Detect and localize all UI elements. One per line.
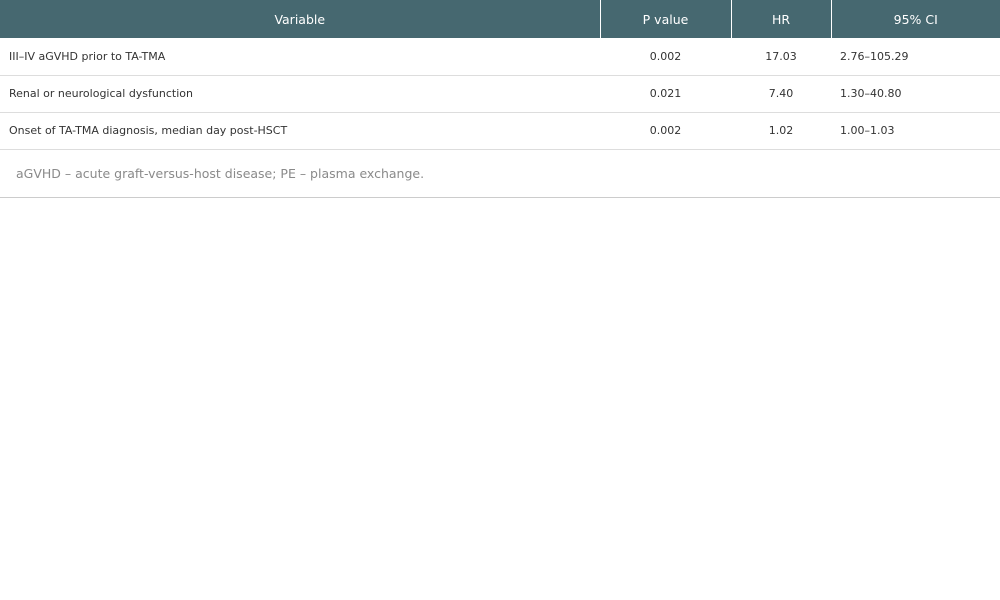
cell-variable: Onset of TA-TMA diagnosis, median day po… <box>0 112 600 150</box>
header-row: Variable P value HR 95% CI <box>0 0 1000 38</box>
table-row: Onset of TA-TMA diagnosis, median day po… <box>0 112 1000 150</box>
header-ci: 95% CI <box>831 0 1000 38</box>
cell-ci: 1.00–1.03 <box>831 112 1000 150</box>
cell-p-value: 0.002 <box>600 38 731 76</box>
results-table-container: Variable P value HR 95% CI III–IV aGVHD … <box>0 0 1000 198</box>
cell-p-value: 0.002 <box>600 112 731 150</box>
table-header: Variable P value HR 95% CI <box>0 0 1000 38</box>
cell-hr: 7.40 <box>731 75 831 113</box>
table-body: III–IV aGVHD prior to TA-TMA 0.002 17.03… <box>0 38 1000 150</box>
results-table: Variable P value HR 95% CI III–IV aGVHD … <box>0 0 1000 150</box>
table-row: Renal or neurological dysfunction 0.021 … <box>0 75 1000 113</box>
cell-hr: 1.02 <box>731 112 831 150</box>
cell-variable: Renal or neurological dysfunction <box>0 75 600 113</box>
table-row: III–IV aGVHD prior to TA-TMA 0.002 17.03… <box>0 38 1000 76</box>
cell-variable: III–IV aGVHD prior to TA-TMA <box>0 38 600 76</box>
cell-ci: 2.76–105.29 <box>831 38 1000 76</box>
header-variable: Variable <box>0 0 601 38</box>
cell-ci: 1.30–40.80 <box>831 75 1000 113</box>
header-hr: HR <box>731 0 832 38</box>
table-footnote: aGVHD – acute graft-versus-host disease;… <box>0 150 1000 198</box>
cell-hr: 17.03 <box>731 38 831 76</box>
header-p-value: P value <box>600 0 732 38</box>
cell-p-value: 0.021 <box>600 75 731 113</box>
